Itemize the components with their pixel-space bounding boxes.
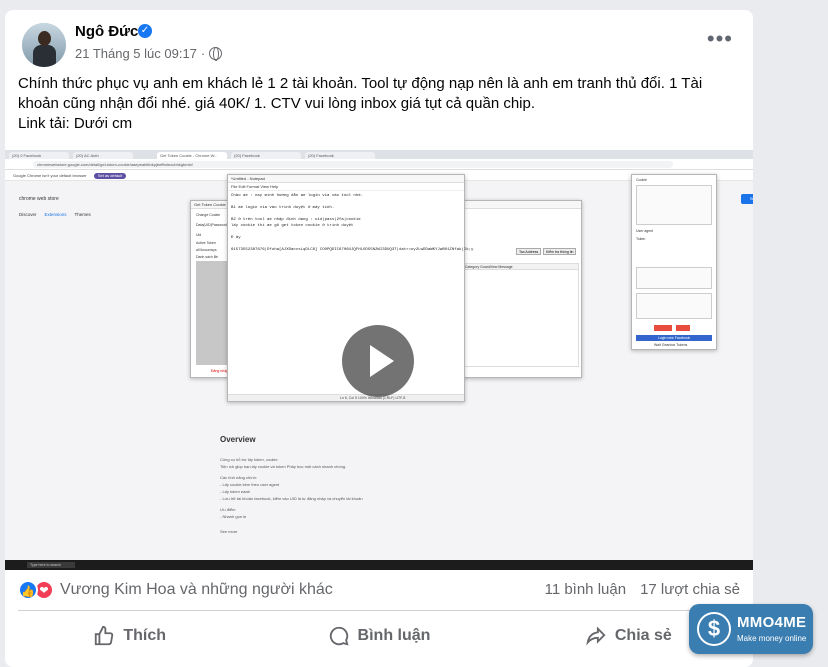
browser-tab: (20) Facebook	[231, 152, 301, 159]
overview-line: - Nhanh gọn lẹ	[220, 514, 247, 519]
browser-url: chromewebstore.google.com/detail/get-tok…	[33, 161, 673, 168]
store-nav-item: Discover	[19, 212, 37, 217]
globe-icon[interactable]	[209, 47, 223, 61]
divider	[18, 610, 740, 611]
notepad-status: Ln 6, Col 5 100% Windows (CRLF) UTF-8	[228, 394, 464, 401]
like-reaction-icon: 👍	[18, 580, 38, 600]
extension-user-agent: User agent	[636, 229, 654, 233]
browser-address-bar: chromewebstore.google.com/detail/get-tok…	[5, 159, 753, 170]
share-label: Chia sẻ	[614, 627, 672, 644]
post-card: Ngô Đức ✓ 21 Tháng 5 lúc 09:17 · ••• Chí…	[5, 10, 753, 667]
reaction-summary[interactable]: 👍 ❤ Vương Kim Hoa và những người khác	[18, 579, 333, 601]
video-player[interactable]: (20) 0 Facebook (20) AC Auth Get Token C…	[5, 150, 753, 570]
watermark-tagline: Make money online	[737, 634, 807, 643]
token-textarea	[636, 267, 712, 289]
share-count[interactable]: 17 lượt chia sẻ	[640, 581, 740, 598]
like-label: Thích	[123, 627, 166, 644]
overview-line: See more	[220, 529, 238, 534]
store-signin-button: Sign in	[741, 194, 753, 204]
overview-line: - Lấy token eaab	[220, 489, 250, 494]
engagement-counts: 11 bình luận 17 lượt chia sẻ	[545, 581, 740, 598]
store-overview: Overview Công cụ hỗ trợ lấy token, cooki…	[220, 435, 420, 535]
play-icon[interactable]	[342, 325, 414, 397]
overview-line: - Lấy cookie kèm theo user agent	[220, 482, 280, 487]
store-title: chrome web store	[19, 196, 59, 202]
post-meta: 21 Tháng 5 lúc 09:17 ·	[75, 46, 223, 61]
tool-label: Danh sách Bé	[196, 255, 218, 259]
extension-panel: Cookie User agent Token Login new Facebo…	[631, 174, 717, 350]
extension-cookie-label: Cookie	[636, 178, 647, 182]
browser-tab: (20) Facebook	[305, 152, 375, 159]
post-text-line: Link tải: Dưới cm	[18, 115, 133, 132]
tool-label: Active Token	[196, 241, 216, 245]
overview-line: - Lưu trữ tài khoản facebook, kiểm vào U…	[220, 496, 363, 501]
windows-taskbar: Type here to search	[5, 560, 753, 570]
token-output	[636, 293, 712, 319]
tool-status: Đăng nhập	[211, 369, 229, 373]
set-default-button: Set as default	[93, 173, 127, 179]
tool-label: Uid	[196, 233, 202, 237]
tool-button: Tao Address	[516, 248, 542, 255]
tool-label: all lkxcomsys	[196, 248, 217, 252]
comment-button[interactable]: Bình luận	[254, 615, 503, 657]
comment-label: Bình luận	[357, 627, 431, 644]
meta-separator: ·	[200, 46, 206, 61]
extension-footer: Wait Gearbox Tokens	[654, 343, 688, 347]
extension-red-button	[676, 325, 690, 331]
default-browser-notice: Google Chrome isn't your default browser	[13, 173, 87, 178]
post-text-line: khoản cũng nhận đổi nhé. giá 40K/ 1. CTV…	[18, 95, 536, 112]
thumbs-up-icon	[93, 625, 115, 647]
notepad-menu: File Edit Format View Help	[228, 183, 464, 191]
browser-tab-strip: (20) 0 Facebook (20) AC Auth Get Token C…	[5, 150, 753, 159]
verified-badge-icon: ✓	[138, 24, 152, 38]
dollar-coin-icon: $	[697, 612, 731, 646]
tool-result-table: Category GuardView Message	[461, 263, 579, 367]
extension-red-button	[654, 325, 672, 331]
overview-line: Công cụ hỗ trợ lấy token, cookie	[220, 457, 278, 462]
comment-count[interactable]: 11 bình luận	[545, 581, 626, 598]
avatar-body	[33, 45, 56, 67]
like-button[interactable]: Thích	[5, 615, 254, 657]
tool-button: Kiểm tra thông tin	[543, 248, 577, 255]
store-nav: Discover Extensions Themes	[19, 212, 91, 217]
overview-line: Tiện ích giúp bạn lấy cookie và token Ph…	[220, 464, 347, 469]
comment-icon	[328, 625, 350, 647]
author-name[interactable]: Ngô Đức	[75, 23, 138, 40]
more-options-icon[interactable]: •••	[707, 28, 733, 50]
action-bar: Thích Bình luận Chia sẻ	[5, 615, 753, 657]
store-nav-item: Extensions	[44, 212, 67, 217]
notepad-content: Chào ae : nay mình hướng dẫn ae login vi…	[231, 194, 474, 252]
overview-line: Ưu điểm	[220, 507, 236, 512]
tool-table-header: Category GuardView Message	[462, 264, 578, 270]
taskbar-search: Type here to search	[27, 562, 75, 568]
extension-login-button: Login new Facebook	[636, 335, 712, 341]
browser-tab: Get Token Cookie - Chrome W...	[157, 152, 227, 159]
overview-line: Các tính năng chính:	[220, 475, 257, 480]
cookie-textarea	[636, 185, 712, 225]
watermark-brand: MMO4ME	[737, 614, 807, 631]
avatar-head	[38, 31, 51, 46]
post-text-line: Chính thức phục vụ anh em khách lẻ 1 2 t…	[18, 75, 703, 92]
tool-label: Data(UID|Password)	[196, 223, 229, 227]
avatar[interactable]	[22, 23, 66, 67]
browser-tab: (20) AC Auth	[73, 152, 133, 159]
watermark-badge: $ MMO4ME Make money online	[689, 604, 813, 654]
browser-tab: (20) 0 Facebook	[9, 152, 69, 159]
overview-title: Overview	[220, 435, 256, 444]
share-icon	[585, 625, 607, 647]
post-timestamp[interactable]: 21 Tháng 5 lúc 09:17	[75, 46, 197, 61]
store-nav-item: Themes	[74, 212, 91, 217]
tool-label: Change Cookie	[196, 213, 221, 217]
notepad-title: *Untitled - Notepad	[228, 175, 464, 183]
post-text: Chính thức phục vụ anh em khách lẻ 1 2 t…	[18, 74, 748, 134]
reaction-names[interactable]: Vương Kim Hoa và những người khác	[60, 581, 333, 599]
extension-token-label: Token	[636, 237, 646, 241]
